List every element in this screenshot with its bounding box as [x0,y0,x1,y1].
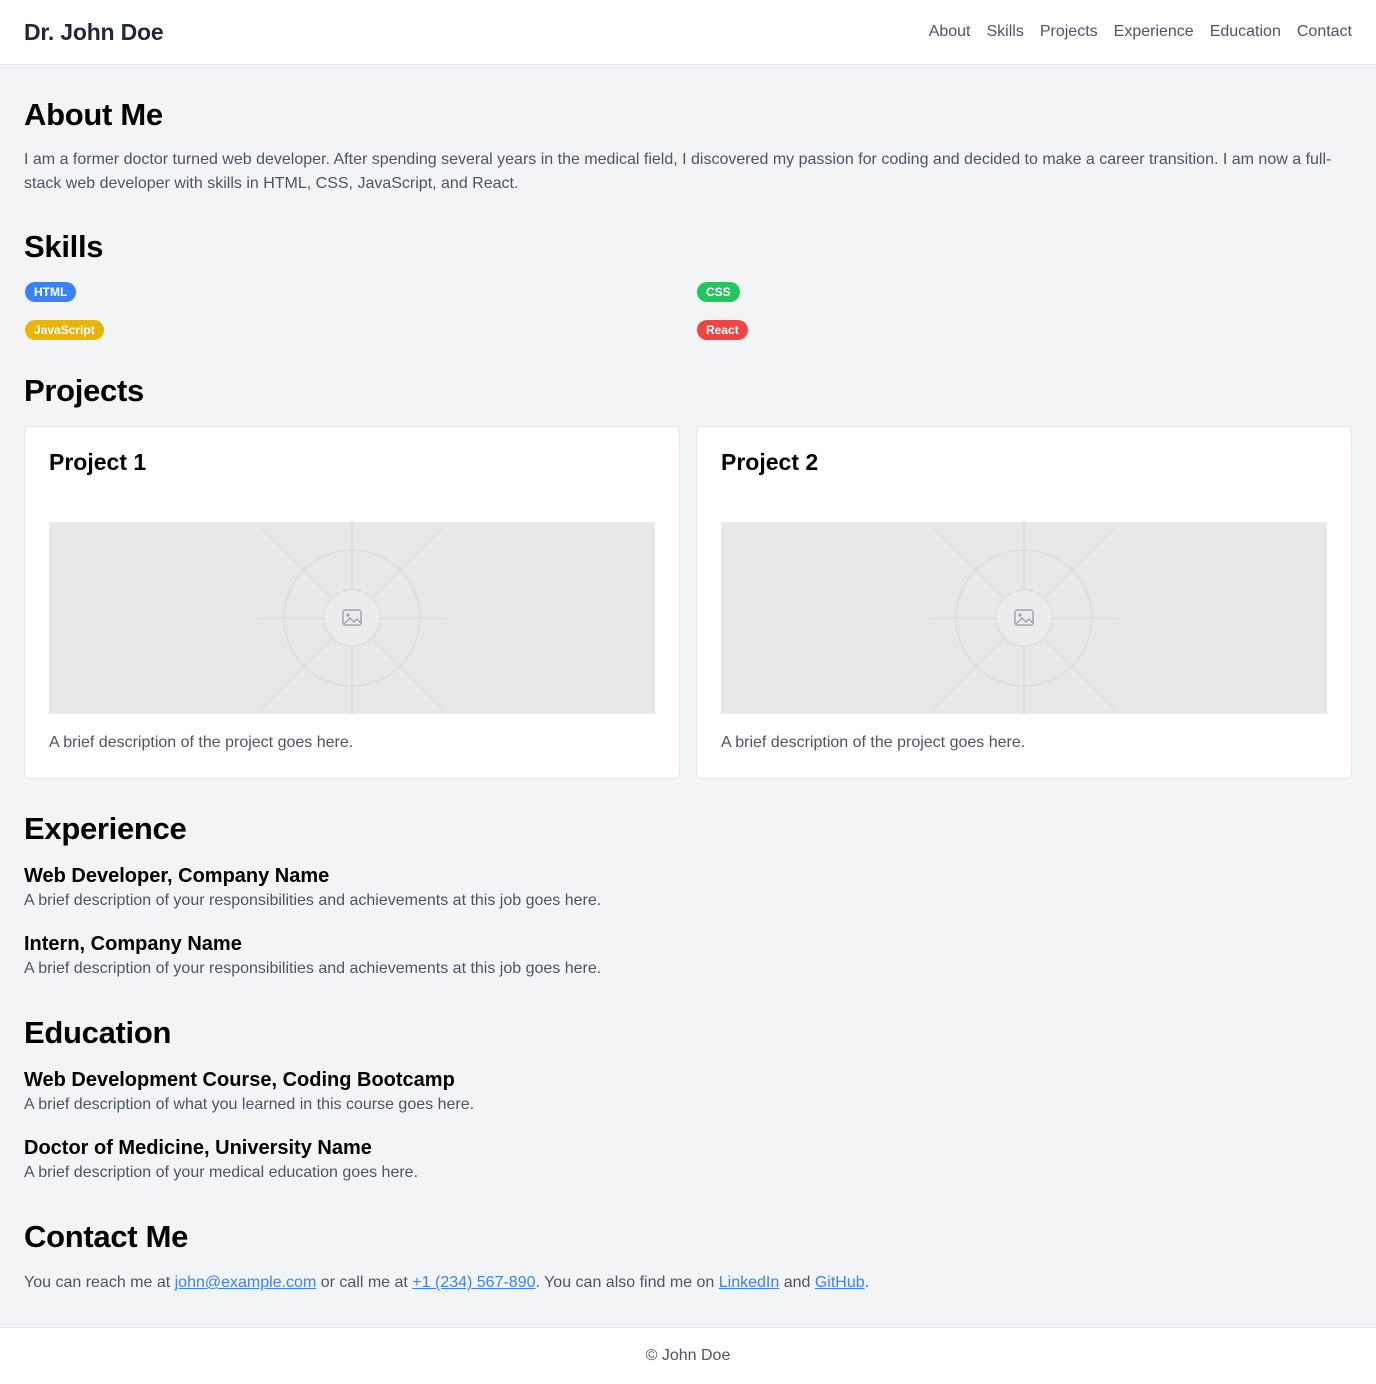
contact-title: Contact Me [24,1219,189,1254]
projects-grid: Project 1 A brief description of the pro… [24,426,1352,779]
project-title: Project 1 [49,449,147,475]
nav-link-experience[interactable]: Experience [1114,23,1194,41]
contact-text-mid: and [779,1274,815,1291]
nav-link-contact[interactable]: Contact [1297,23,1352,41]
projects-section: Projects [24,373,1352,409]
github-link[interactable]: GitHub [815,1274,865,1291]
project-card-2[interactable]: Project 2 A brief description of the pro… [696,426,1352,779]
about-section: About Me I am a former doctor turned web… [24,97,1352,196]
image-placeholder-icon [261,522,443,714]
contact-text: You can reach me at john@example.com or … [24,1271,1352,1295]
site-header: Dr. John Doe About Skills Projects Exper… [0,0,1376,65]
skills-title: Skills [24,229,104,264]
education-item: Web Development Course, Coding Bootcamp … [24,1067,474,1117]
experience-item: Intern, Company Name A brief description… [24,931,601,981]
contact-text-mid: or call me at [316,1274,413,1291]
skill-badge-css: CSS [697,282,740,302]
experience-item-title: Web Developer, Company Name [24,865,330,887]
footer-copyright: © John Doe [645,1347,731,1364]
project-image-placeholder [721,522,1327,714]
experience-section: Experience Web Developer, Company Name A… [24,811,1352,991]
brand-name[interactable]: Dr. John Doe [24,19,164,46]
phone-link[interactable]: +1 (234) 567-890 [412,1274,535,1291]
contact-text-suffix: . [864,1274,870,1291]
education-item-description: A brief description of what you learned … [24,1096,475,1113]
education-item-description: A brief description of your medical educ… [24,1164,419,1181]
experience-item: Web Developer, Company Name A brief desc… [24,863,601,913]
skill-badge-react: React [697,320,748,340]
nav-link-about[interactable]: About [929,23,971,41]
project-image-placeholder [49,522,655,714]
project-description: A brief description of the project goes … [49,734,354,751]
education-item: Doctor of Medicine, University Name A br… [24,1135,418,1185]
skill-badge-javascript: JavaScript [25,320,104,340]
experience-item-title: Intern, Company Name [24,933,242,955]
site-footer: © John Doe [0,1327,1376,1384]
about-title: About Me [24,97,163,132]
nav-link-education[interactable]: Education [1210,23,1281,41]
contact-section: Contact Me You can reach me at john@exam… [24,1219,1352,1295]
main-nav: About Skills Projects Experience Educati… [929,23,1352,41]
projects-title: Projects [24,373,144,408]
education-title: Education [24,1015,172,1050]
contact-text-mid: . You can also find me on [535,1274,719,1291]
linkedin-link[interactable]: LinkedIn [719,1274,780,1291]
project-card-1[interactable]: Project 1 A brief description of the pro… [24,426,680,779]
experience-title: Experience [24,811,187,846]
image-placeholder-icon [933,522,1115,714]
education-item-title: Web Development Course, Coding Bootcamp [24,1069,455,1091]
contact-text-prefix: You can reach me at [24,1274,175,1291]
experience-item-description: A brief description of your responsibili… [24,892,602,909]
project-description: A brief description of the project goes … [721,734,1026,751]
nav-link-projects[interactable]: Projects [1040,23,1098,41]
education-section: Education Web Development Course, Coding… [24,1015,1352,1195]
experience-item-description: A brief description of your responsibili… [24,960,602,977]
nav-link-skills[interactable]: Skills [987,23,1024,41]
about-text: I am a former doctor turned web develope… [24,151,1332,192]
education-item-title: Doctor of Medicine, University Name [24,1137,372,1159]
skill-badge-html: HTML [25,282,77,302]
email-link[interactable]: john@example.com [175,1274,317,1291]
skills-section: Skills HTML CSS JavaScript React [24,229,1352,349]
project-title: Project 2 [721,449,819,475]
